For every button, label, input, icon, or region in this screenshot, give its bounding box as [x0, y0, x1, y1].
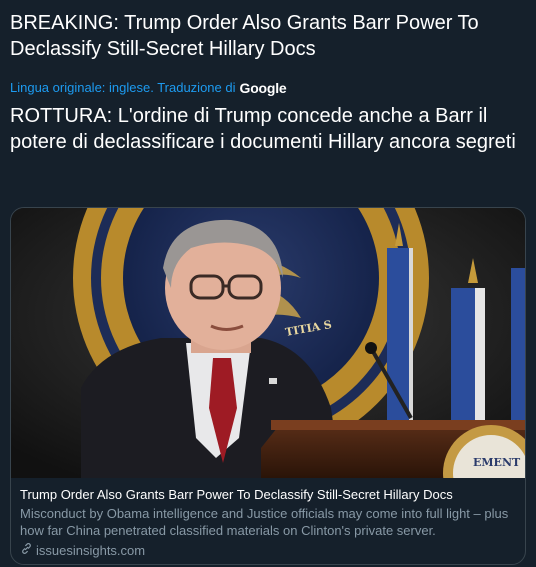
link-icon	[20, 542, 33, 560]
card-domain[interactable]: issuesinsights.com	[36, 542, 145, 560]
card-description: Misconduct by Obama intelligence and Jus…	[20, 506, 509, 538]
link-preview-card[interactable]: TITIA S EMENT Trump Order Also Grants Ba…	[10, 207, 526, 565]
translation-note-row: Lingua originale: inglese. Traduzione di…	[10, 79, 526, 97]
card-domain-row[interactable]: issuesinsights.com	[20, 542, 516, 560]
speaker-photo: TITIA S EMENT	[11, 208, 525, 478]
tweet: BREAKING: Trump Order Also Grants Barr P…	[0, 0, 536, 567]
svg-text:EMENT: EMENT	[473, 456, 521, 469]
tweet-original-text: BREAKING: Trump Order Also Grants Barr P…	[10, 12, 479, 60]
card-image[interactable]: TITIA S EMENT	[11, 208, 525, 478]
card-body: Trump Order Also Grants Barr Power To De…	[11, 478, 525, 560]
translation-note[interactable]: Lingua originale: inglese. Traduzione di	[10, 79, 236, 97]
card-title[interactable]: Trump Order Also Grants Barr Power To De…	[20, 486, 516, 504]
tweet-translated-text: ROTTURA: L'ordine di Trump concede anche…	[10, 105, 516, 153]
google-logo: Google	[239, 80, 287, 96]
